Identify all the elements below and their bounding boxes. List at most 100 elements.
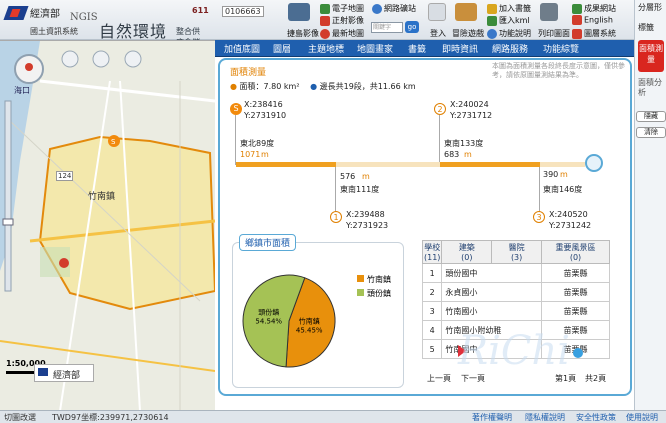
segment-3-len: 683 <box>444 150 460 159</box>
guide-line <box>335 167 336 213</box>
table-row[interactable]: 1 頭份國中 苗栗縣 <box>421 263 610 283</box>
play-icon[interactable] <box>585 154 603 172</box>
result-site-button[interactable]: 成果網站 <box>572 3 616 14</box>
sidebar-labels[interactable]: 標籤 <box>638 22 654 33</box>
bookmark-label: 加入書籤 <box>499 4 531 13</box>
map-icon[interactable] <box>288 3 310 21</box>
nav-basemap[interactable]: 加值底圖 <box>224 42 260 55</box>
tab-scenic[interactable]: 重要風景區 (0) <box>541 240 610 264</box>
tab-hospital-label: 醫院 <box>508 243 525 252</box>
site-logo[interactable]: 經濟部 NGIS 國土資訊系統 自然環境 整合供應倉儲系統 <box>3 2 204 58</box>
point-3-x: X:240520 <box>549 210 588 219</box>
side-bullet-icon: ● <box>310 82 318 91</box>
nav-layer[interactable]: 圖層 <box>273 42 291 55</box>
legend-label: 頭份鎮 <box>367 288 391 298</box>
nav-landmark[interactable]: 主題地標 <box>308 42 344 55</box>
english-button[interactable]: English <box>572 15 613 25</box>
svg-text:S: S <box>111 138 116 146</box>
nav-painter[interactable]: 地圖畫家 <box>357 42 393 55</box>
basemap-switch[interactable]: 切圖改選 <box>4 412 36 423</box>
toolbar-newmap[interactable]: 最新地圖 <box>320 28 364 39</box>
zoom-slider-handle[interactable] <box>2 218 14 226</box>
nav-webservice[interactable]: 網路服務 <box>492 42 528 55</box>
map-road-label: 124 <box>56 171 74 181</box>
zoom-out-icon[interactable] <box>92 50 110 68</box>
point-s-y: Y:2731910 <box>244 111 287 120</box>
row-name[interactable]: 竹南國小 <box>441 301 543 321</box>
login-button[interactable]: 登入 <box>430 28 446 39</box>
footer-link-security[interactable]: 安全性政策 <box>576 412 616 423</box>
print-button[interactable]: 列印圖面 <box>538 28 570 39</box>
point-1-icon[interactable]: 1 <box>330 211 342 223</box>
user-icon[interactable] <box>428 3 446 21</box>
bookmark-button[interactable]: 加入書籤 <box>487 3 531 14</box>
segment-3-bar <box>440 162 540 167</box>
tab-school[interactable]: 學校 (11) <box>421 240 443 264</box>
point-s-icon[interactable]: S <box>230 103 242 115</box>
segment-2-bar <box>336 162 440 167</box>
row-no: 3 <box>421 301 443 321</box>
prev-page-link[interactable]: 上一頁 <box>427 373 451 384</box>
game-icon[interactable] <box>455 3 477 21</box>
point-2-icon[interactable]: 2 <box>434 103 446 115</box>
ngis-label: NGIS <box>70 12 98 23</box>
map-view[interactable]: S 竹南鎮 124 海口 1:50,000 經濟部 <box>0 40 215 410</box>
sidebar-terrain[interactable]: 分層形 <box>638 3 664 12</box>
side-label: 邊長共19段，共11.66 <box>319 82 401 91</box>
toolbar-netmine[interactable]: 網路礦站 <box>372 3 416 14</box>
pie-slice-label: 54.54% <box>255 318 282 326</box>
point-2-x: X:240024 <box>450 100 489 109</box>
fullview-icon[interactable] <box>124 50 142 68</box>
footer-link-privacy[interactable]: 隱私權說明 <box>525 412 565 423</box>
segment-4-len: 390 <box>543 170 559 179</box>
game-button[interactable]: 冒險遊戲 <box>452 28 484 39</box>
row-no: 4 <box>421 320 443 340</box>
import-kml-label: 匯入kml <box>499 16 530 25</box>
tab-hospital[interactable]: 醫院 (3) <box>491 240 543 264</box>
sidebar-clear-button[interactable]: 清除 <box>636 127 666 138</box>
table-row[interactable]: 2 永貞國小 苗栗縣 <box>421 282 610 302</box>
sidebar-area-measure[interactable]: 面積測量 <box>638 40 664 72</box>
nav-overview[interactable]: 功能綜覽 <box>543 42 579 55</box>
footer-link-copyright[interactable]: 著作權聲明 <box>472 412 512 423</box>
point-3-icon[interactable]: 3 <box>533 211 545 223</box>
toolbar-photo[interactable]: 捷島影像 <box>287 28 319 39</box>
row-town: 苗栗縣 <box>541 301 610 321</box>
next-page-link[interactable]: 下一頁 <box>461 373 485 384</box>
guide-line <box>235 115 236 165</box>
table-row[interactable]: 3 竹南國小 苗栗縣 <box>421 301 610 321</box>
sidebar-hide-button[interactable]: 隱藏 <box>636 111 666 122</box>
map-canvas[interactable]: S <box>0 41 215 410</box>
tab-building[interactable]: 建築 (0) <box>441 240 493 264</box>
right-sidebar: 分層形 標籤 面積測量 面積分析 隱藏 清除 <box>634 0 666 423</box>
zoom-in-icon[interactable] <box>61 50 79 68</box>
import-kml-button[interactable]: 匯入kml <box>487 15 530 26</box>
toolbar-newmap-label: 最新地圖 <box>332 29 364 38</box>
nav-realtime[interactable]: 即時資訊 <box>442 42 478 55</box>
nav-bookmark[interactable]: 書籤 <box>408 42 426 55</box>
layer-icon <box>572 28 582 39</box>
print-icon[interactable] <box>540 3 558 21</box>
pie-slice-name: 頭份鎮 <box>258 308 279 317</box>
legend-swatch <box>357 275 364 282</box>
segment-1-unit: m <box>261 150 269 159</box>
sidebar-area-analysis[interactable]: 面積分析 <box>638 78 664 98</box>
tab-scenic-count: (0) <box>569 253 582 262</box>
row-name[interactable]: 頭份國中 <box>441 263 543 283</box>
segment-2-unit: m <box>362 172 370 181</box>
ngis-cn-label: 國土資訊系統 <box>30 27 78 36</box>
layer-system-button[interactable]: 圖層系統 <box>572 28 616 39</box>
row-name[interactable]: 永貞國小 <box>441 282 543 302</box>
area-bullet-icon: ● <box>230 82 237 91</box>
search-input[interactable]: 關鍵字 <box>371 22 403 33</box>
map-pin-icon[interactable] <box>59 258 69 268</box>
toolbar-ortho[interactable]: 正射影像 <box>320 15 364 26</box>
guide-line <box>439 115 440 162</box>
help-button[interactable]: 功能說明 <box>487 28 531 39</box>
footer-link-help[interactable]: 使用說明 <box>626 412 658 423</box>
guide-line <box>539 167 540 213</box>
tab-school-count: (11) <box>424 253 441 262</box>
search-go-button[interactable]: go <box>405 21 419 33</box>
zoom-slider[interactable] <box>4 100 12 292</box>
toolbar-emap[interactable]: 電子地圖 <box>320 3 364 14</box>
